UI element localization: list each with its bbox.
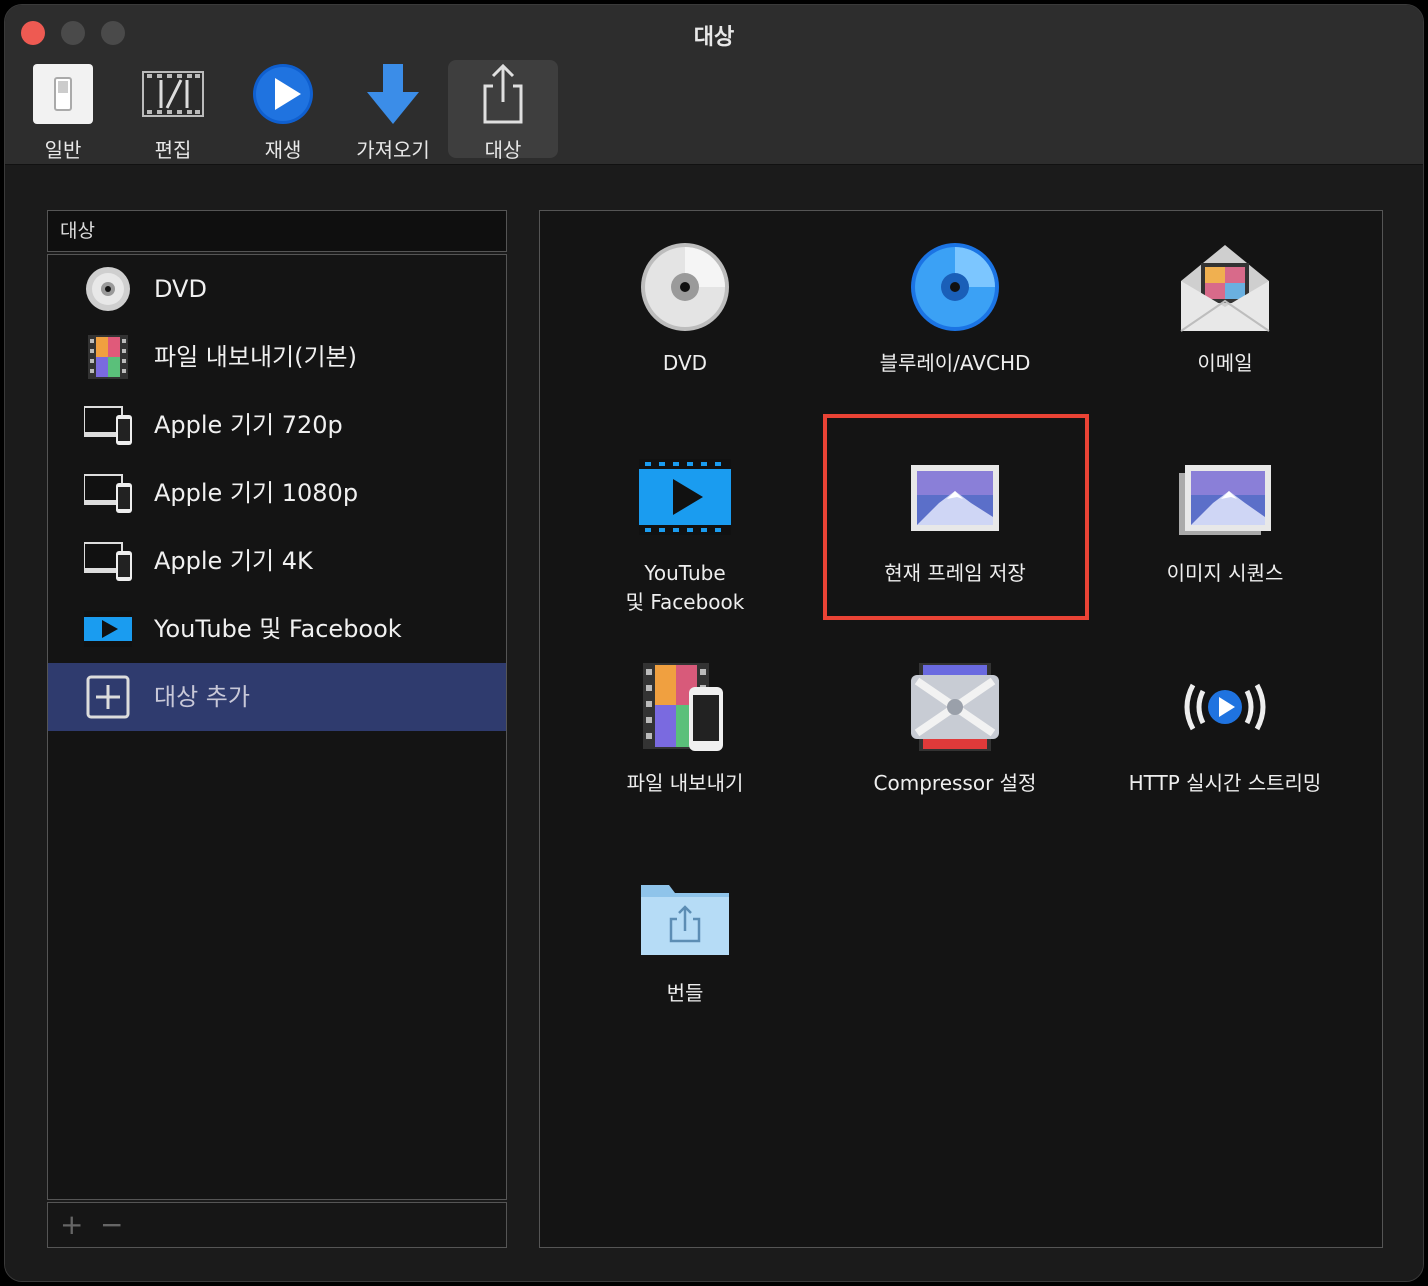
destination-dvd[interactable]: DVD [550, 211, 820, 401]
add-destination-button[interactable]: + [60, 1209, 83, 1241]
list-item-apple-1080p[interactable]: Apple 기기 1080p [48, 459, 506, 527]
tab-general[interactable]: 일반 [8, 60, 118, 162]
destination-http-live-streaming[interactable]: HTTP 실시간 스트리밍 [1090, 631, 1360, 821]
tab-destinations[interactable]: 대상 [448, 60, 558, 162]
compressor-icon [911, 663, 999, 751]
destination-label: Compressor 설정 [873, 771, 1037, 795]
destination-label: DVD [662, 351, 708, 375]
apple-devices-icon [84, 406, 132, 445]
photo-stack-icon [1179, 465, 1271, 535]
list-item-dvd[interactable]: DVD [48, 255, 506, 323]
list-item-label: Apple 기기 4K [154, 547, 313, 575]
apple-devices-icon [84, 542, 132, 581]
remove-destination-button[interactable]: − [100, 1209, 123, 1241]
live-stream-icon [1184, 683, 1266, 731]
video-play-icon [639, 459, 731, 535]
share-folder-icon [641, 885, 729, 955]
list-item-apple-4k[interactable]: Apple 기기 4K [48, 527, 506, 595]
film-strip-icon [142, 71, 204, 117]
list-footer: + − [47, 1202, 507, 1248]
list-item-label: 대상 추가 [154, 683, 250, 711]
destination-bundle[interactable]: 번들 [550, 841, 820, 1031]
destination-label: YouTube 및 Facebook [625, 561, 745, 614]
list-item-label: YouTube 및 Facebook [154, 615, 402, 643]
apple-devices-icon [84, 474, 132, 513]
destination-label: 이메일 [1197, 351, 1253, 375]
tab-destinations-label: 대상 [484, 138, 522, 162]
film-frame-icon [88, 335, 128, 379]
destination-image-sequence[interactable]: 이미지 시퀀스 [1090, 421, 1360, 611]
share-icon [483, 63, 523, 124]
list-item-youtube-facebook[interactable]: YouTube 및 Facebook [48, 595, 506, 663]
email-envelope-icon [1180, 245, 1270, 332]
switch-icon [33, 64, 93, 124]
tab-import[interactable]: 가져오기 [338, 60, 448, 162]
add-square-icon [86, 675, 130, 719]
destinations-list[interactable]: DVD 파일 내보내기(기본) Apple 기기 720p Apple 기기 1… [47, 254, 507, 1200]
title-toolbar: 대상 일반 편집 재생 가져오기 대상 [5, 5, 1423, 165]
destination-label: 번들 [666, 981, 704, 1005]
play-circle-icon [253, 64, 313, 124]
list-item-apple-720p[interactable]: Apple 기기 720p [48, 391, 506, 459]
destination-youtube-facebook[interactable]: YouTube 및 Facebook [550, 421, 820, 614]
destination-label: 파일 내보내기 [626, 771, 744, 795]
tab-edit-label: 편집 [154, 138, 192, 162]
tab-playback[interactable]: 재생 [228, 60, 338, 162]
bluray-disc-icon [911, 243, 999, 331]
destination-templates-grid: DVD 블루레이/AVCHD 이메일 YouTube 및 Facebook 현재… [539, 210, 1383, 1248]
list-item-label: DVD [154, 275, 207, 303]
list-item-label: Apple 기기 1080p [154, 479, 359, 507]
video-play-icon [84, 611, 132, 647]
film-phone-icon [643, 663, 723, 751]
tab-edit[interactable]: 편집 [118, 60, 228, 162]
tab-general-label: 일반 [44, 138, 82, 162]
preferences-window: 대상 일반 편집 재생 가져오기 대상 대상 DVD 파일 내보내기(기본) A… [4, 4, 1424, 1282]
dvd-disc-icon [86, 267, 130, 311]
destinations-list-header: 대상 [47, 210, 507, 252]
dvd-disc-icon [641, 243, 729, 331]
tab-import-label: 가져오기 [356, 138, 430, 162]
destination-bluray[interactable]: 블루레이/AVCHD [820, 211, 1090, 401]
destination-label: 블루레이/AVCHD [879, 351, 1031, 375]
tab-playback-label: 재생 [264, 138, 302, 162]
highlight-annotation-box [823, 414, 1089, 620]
list-item-file-export[interactable]: 파일 내보내기(기본) [48, 323, 506, 391]
content-area: 대상 DVD 파일 내보내기(기본) Apple 기기 720p Apple 기… [5, 166, 1423, 1281]
list-item-add-destination[interactable]: 대상 추가 [48, 663, 506, 731]
destination-email[interactable]: 이메일 [1090, 211, 1360, 401]
destination-file-export[interactable]: 파일 내보내기 [550, 631, 820, 821]
list-item-label: 파일 내보내기(기본) [154, 343, 357, 371]
list-item-label: Apple 기기 720p [154, 411, 343, 439]
window-title: 대상 [693, 25, 735, 50]
destination-label: HTTP 실시간 스트리밍 [1128, 771, 1322, 795]
destination-label: 이미지 시퀀스 [1166, 561, 1284, 585]
destination-compressor-settings[interactable]: Compressor 설정 [820, 631, 1090, 821]
download-arrow-icon [367, 64, 419, 124]
